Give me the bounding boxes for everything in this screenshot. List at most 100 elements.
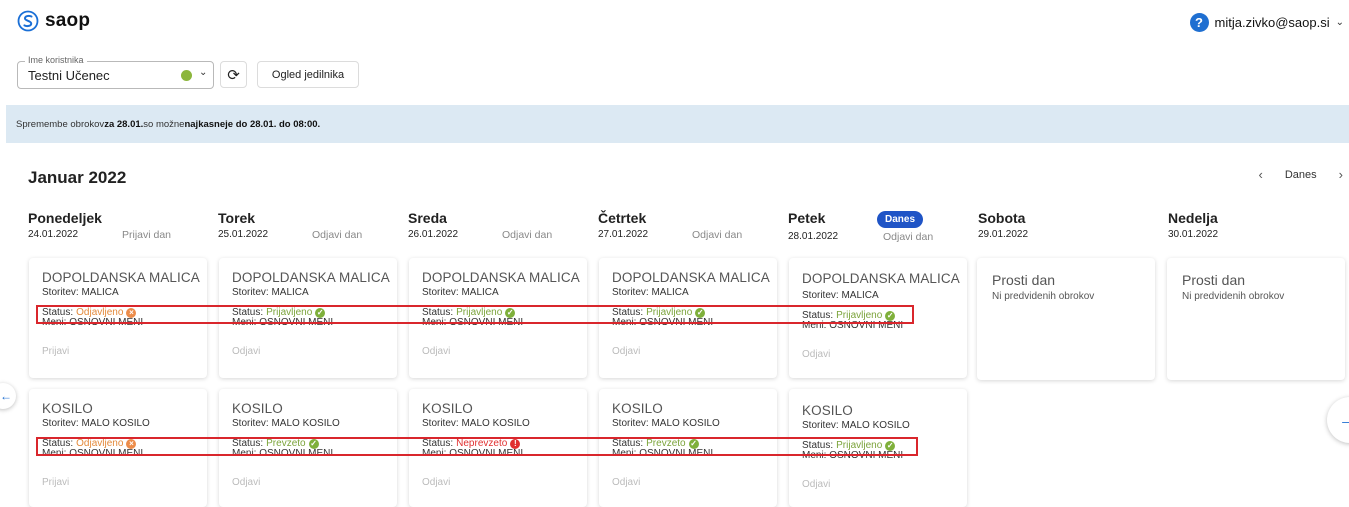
meal-service: Storitev: MALICA (232, 287, 397, 298)
service-value: MALICA (271, 287, 309, 298)
free-day-note: Ni predvidenih obrokov (992, 291, 1095, 302)
service-prefix: Storitev: (612, 418, 652, 429)
user-menu[interactable]: ? mitja.zivko@saop.si ⌄ (1189, 13, 1344, 32)
day-date: 24.01.2022 (28, 229, 79, 240)
brand-logo[interactable]: saop (17, 10, 90, 32)
cancel-meal-button[interactable]: Odjavi (802, 349, 967, 360)
chevron-down-icon[interactable]: ⌄ (1336, 17, 1344, 28)
meal-title: KOSILO (802, 403, 853, 418)
day-name: Četrtek (598, 210, 647, 226)
cancel-day-link[interactable]: Odjavi dan (502, 229, 552, 241)
meal-title: DOPOLDANSKA MALICA (612, 270, 770, 285)
free-day-title: Prosti dan (1182, 272, 1246, 288)
user-email[interactable]: mitja.zivko@saop.si (1215, 15, 1330, 30)
meal-service: Storitev: MALO KOSILO (422, 418, 587, 429)
cancel-meal-button[interactable]: Odjavi (232, 346, 397, 357)
meal-service: Storitev: MALO KOSILO (802, 420, 967, 431)
service-prefix: Storitev: (422, 418, 462, 429)
cancel-meal-button[interactable]: Odjavi (612, 346, 777, 357)
service-prefix: Storitev: (612, 287, 652, 298)
cancel-day-link[interactable]: Odjavi dan (883, 231, 933, 243)
cancel-meal-button[interactable]: Odjavi (232, 477, 397, 488)
notice-text-2: so možne (143, 118, 185, 130)
scroll-left-button[interactable]: ← (0, 383, 16, 409)
chevron-down-icon[interactable]: ⌄ (199, 67, 207, 78)
meal-service: Storitev: MALICA (802, 290, 967, 301)
notice-deadline: najkasneje do 28.01. do 08:00. (184, 118, 321, 130)
cancel-day-link[interactable]: Odjavi dan (692, 229, 742, 241)
service-value: MALICA (461, 287, 499, 298)
view-menu-button[interactable]: Ogled jedilnika (257, 61, 359, 88)
service-prefix: Storitev: (42, 287, 82, 298)
day-header-monday: Ponedeljek 24.01.2022 Prijavi dan (28, 210, 208, 241)
cancel-meal-button[interactable]: Odjavi (422, 346, 587, 357)
saop-logo-icon (17, 10, 39, 32)
check-status-icon (181, 70, 192, 81)
week-navigation: ‹ Danes › (1259, 167, 1343, 182)
day-name: Torek (218, 210, 256, 226)
meal-title: KOSILO (612, 401, 663, 416)
student-select-label: Ime koristnika (25, 55, 87, 65)
service-prefix: Storitev: (232, 418, 272, 429)
day-date: 29.01.2022 (978, 229, 1029, 240)
free-day-note: Ni predvidenih obrokov (1182, 291, 1285, 302)
previous-week-icon[interactable]: ‹ (1259, 167, 1263, 182)
meal-title: KOSILO (42, 401, 93, 416)
student-select-value[interactable]: Testni Učenec (28, 68, 110, 83)
service-prefix: Storitev: (232, 287, 272, 298)
day-date: 25.01.2022 (218, 229, 269, 240)
meal-title: DOPOLDANSKA MALICA (802, 271, 960, 286)
meal-title: KOSILO (422, 401, 473, 416)
refresh-button[interactable]: ⟳ (220, 61, 247, 88)
register-meal-button[interactable]: Prijavi (42, 346, 207, 357)
day-name: Sobota (978, 210, 1026, 226)
day-header-saturday: Sobota 29.01.2022 (978, 210, 1158, 240)
register-day-link[interactable]: Prijavi dan (122, 229, 171, 241)
meal-title: DOPOLDANSKA MALICA (422, 270, 580, 285)
highlight-box-malica-status (36, 305, 914, 324)
highlight-box-kosilo-status (36, 437, 918, 456)
meal-service: Storitev: MALO KOSILO (232, 418, 397, 429)
service-prefix: Storitev: (42, 418, 82, 429)
register-meal-button[interactable]: Prijavi (42, 477, 207, 488)
service-value: MALO KOSILO (271, 418, 340, 429)
cancel-meal-button[interactable]: Odjavi (422, 477, 587, 488)
scroll-right-button[interactable]: → (1327, 397, 1349, 443)
free-day-card: Prosti dan Ni predvidenih obrokov (977, 258, 1155, 380)
day-header-tuesday: Torek 25.01.2022 Odjavi dan (218, 210, 398, 241)
service-value: MALO KOSILO (651, 418, 720, 429)
free-day-card: Prosti dan Ni predvidenih obrokov (1167, 258, 1345, 380)
day-date: 28.01.2022 (788, 231, 839, 242)
meal-title: KOSILO (232, 401, 283, 416)
day-name: Sreda (408, 210, 447, 226)
notice-date: za 28.01. (104, 118, 144, 130)
cancel-meal-button[interactable]: Odjavi (612, 477, 777, 488)
day-header-sunday: Nedelja 30.01.2022 (1168, 210, 1348, 240)
day-name: Nedelja (1168, 210, 1218, 226)
meal-service: Storitev: MALICA (422, 287, 587, 298)
change-deadline-notice: Spremembe obrokov za 28.01. so možne naj… (6, 105, 1349, 143)
refresh-icon: ⟳ (227, 66, 240, 84)
arrow-right-icon: → (1338, 408, 1349, 431)
cancel-day-link[interactable]: Odjavi dan (312, 229, 362, 241)
next-week-icon[interactable]: › (1339, 167, 1343, 182)
meal-service: Storitev: MALO KOSILO (42, 418, 207, 429)
month-title: Januar 2022 (28, 168, 127, 187)
meal-service: Storitev: MALICA (612, 287, 777, 298)
arrow-left-icon: ← (0, 389, 12, 403)
brand-name: saop (45, 10, 91, 31)
service-prefix: Storitev: (422, 287, 462, 298)
meal-service: Storitev: MALICA (42, 287, 207, 298)
service-value: MALICA (841, 290, 879, 301)
day-header-thursday: Četrtek 27.01.2022 Odjavi dan (598, 210, 778, 241)
day-date: 27.01.2022 (598, 229, 649, 240)
day-date: 30.01.2022 (1168, 229, 1219, 240)
service-value: MALICA (81, 287, 119, 298)
student-select[interactable]: Ime koristnika Testni Učenec ⌄ (17, 55, 214, 89)
service-value: MALO KOSILO (81, 418, 150, 429)
cancel-meal-button[interactable]: Odjavi (802, 479, 967, 490)
free-day-title: Prosti dan (992, 272, 1056, 288)
today-button[interactable]: Danes (1285, 169, 1317, 181)
day-header-wednesday: Sreda 26.01.2022 Odjavi dan (408, 210, 588, 241)
help-icon[interactable]: ? (1189, 13, 1209, 32)
